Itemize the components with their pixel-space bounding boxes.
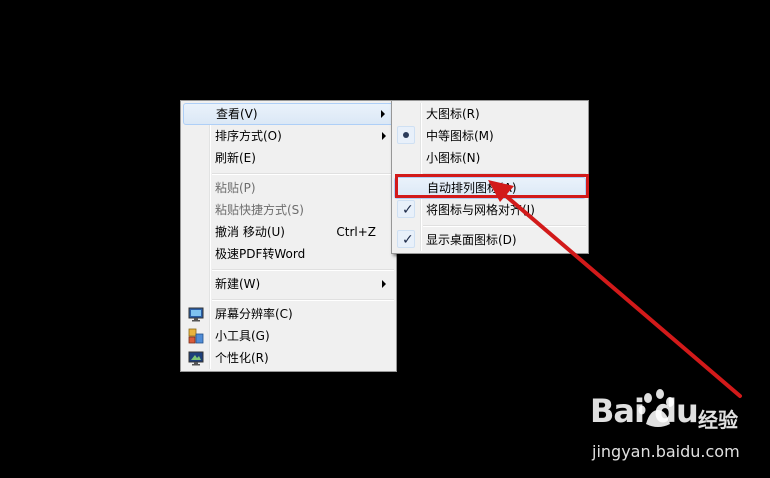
baidu-jingyan-watermark: Bai du 经验 jingyan.baidu.com	[590, 389, 760, 472]
menu-item-label: 刷新(E)	[215, 151, 256, 165]
annotation-highlight-box	[395, 174, 589, 198]
checkbox-indicator: ✓	[397, 200, 415, 218]
menu-item-label: 小工具(G)	[215, 329, 270, 343]
personalize-icon	[188, 351, 204, 366]
menu-item-undo-move[interactable]: 撤消 移动(U) Ctrl+Z	[183, 221, 394, 243]
menu-item-label: 查看(V)	[216, 107, 258, 121]
submenu-item-medium-icons[interactable]: 中等图标(M)	[394, 125, 586, 147]
menu-item-label: 撤消 移动(U)	[215, 225, 285, 239]
menu-item-paste[interactable]: 粘贴(P)	[183, 177, 394, 199]
menu-item-sort-by[interactable]: 排序方式(O)	[183, 125, 394, 147]
checkmark-icon: ✓	[402, 232, 414, 248]
submenu-arrow-icon	[382, 280, 386, 288]
menu-item-label: 粘贴快捷方式(S)	[215, 203, 304, 217]
menu-item-label: 极速PDF转Word	[215, 247, 306, 261]
menu-item-pdf-to-word[interactable]: 极速PDF转Word	[183, 243, 394, 265]
submenu-item-small-icons[interactable]: 小图标(N)	[394, 147, 586, 169]
menu-item-refresh[interactable]: 刷新(E)	[183, 147, 394, 169]
radio-indicator	[397, 126, 415, 144]
menu-item-screen-resolution[interactable]: 屏幕分辨率(C)	[183, 303, 394, 325]
menu-item-paste-shortcut[interactable]: 粘贴快捷方式(S)	[183, 199, 394, 221]
menu-item-label: 屏幕分辨率(C)	[215, 307, 293, 321]
watermark-jingyan-text: 经验	[698, 408, 738, 432]
menu-item-label: 小图标(N)	[426, 151, 481, 165]
watermark-url: jingyan.baidu.com	[592, 442, 740, 461]
menu-separator	[423, 225, 586, 227]
menu-item-label: 排序方式(O)	[215, 129, 282, 143]
watermark-logo-text: Bai du	[590, 392, 699, 430]
menu-item-label: 大图标(R)	[426, 107, 480, 121]
menu-item-shortcut: Ctrl+Z	[336, 225, 376, 239]
radio-dot-icon	[403, 132, 409, 138]
checkbox-indicator: ✓	[397, 230, 415, 248]
menu-item-view[interactable]: 查看(V)	[183, 103, 394, 125]
menu-item-label: 中等图标(M)	[426, 129, 494, 143]
menu-item-label: 粘贴(P)	[215, 181, 256, 195]
submenu-item-large-icons[interactable]: 大图标(R)	[394, 103, 586, 125]
submenu-arrow-icon	[381, 110, 385, 118]
submenu-arrow-icon	[382, 132, 386, 140]
menu-item-new[interactable]: 新建(W)	[183, 273, 394, 295]
menu-item-gadgets[interactable]: 小工具(G)	[183, 325, 394, 347]
desktop-context-menu: 查看(V) 排序方式(O) 刷新(E) 粘贴(P) 粘贴快捷方式(S) 撤消 移…	[180, 100, 397, 372]
menu-separator	[212, 269, 394, 271]
gadgets-icon	[188, 328, 204, 344]
menu-item-label: 个性化(R)	[215, 351, 269, 365]
menu-item-label: 将图标与网格对齐(I)	[426, 203, 535, 217]
menu-item-personalize[interactable]: 个性化(R)	[183, 347, 394, 369]
submenu-item-align-to-grid[interactable]: ✓ 将图标与网格对齐(I)	[394, 199, 586, 221]
menu-item-label: 新建(W)	[215, 277, 261, 291]
submenu-item-show-desktop-icons[interactable]: ✓ 显示桌面图标(D)	[394, 229, 586, 251]
menu-item-label: 显示桌面图标(D)	[426, 233, 517, 247]
menu-separator	[212, 299, 394, 301]
checkmark-icon: ✓	[402, 202, 414, 218]
menu-separator	[212, 173, 394, 175]
screen-resolution-icon	[188, 307, 204, 322]
